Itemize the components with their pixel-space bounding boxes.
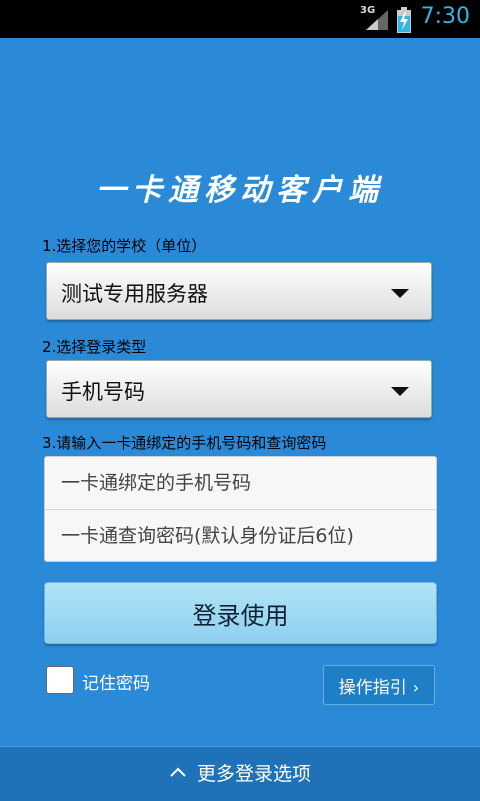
guide-button-label: 操作指引 [338,677,407,698]
guide-button[interactable]: 操作指引 › [323,665,435,705]
school-label: 1.选择您的学校（单位） [42,237,207,255]
phone-number-input[interactable] [45,457,436,509]
login-button[interactable]: 登录使用 [44,582,437,644]
school-select[interactable]: 测试专用服务器 [46,262,432,320]
app-title: 一卡通移动客户端 [96,173,384,208]
remember-password-label: 记住密码 [82,674,150,694]
password-input[interactable] [45,510,436,562]
remember-password-checkbox[interactable] [46,666,74,694]
chevron-right-icon: › [412,677,420,697]
clock: 7:30 [420,4,470,29]
signal-icon [366,10,388,30]
credentials-label: 3.请输入一卡通绑定的手机号码和查询密码 [42,434,327,452]
status-bar: 3G 7:30 [0,0,480,38]
battery-charging-icon [397,7,411,33]
more-login-options-bar[interactable]: 更多登录选项 [0,746,480,801]
dropdown-arrow-icon [391,387,409,396]
login-type-select[interactable]: 手机号码 [46,360,432,418]
dropdown-arrow-icon [391,289,409,298]
login-type-selected-value: 手机号码 [61,380,145,404]
credentials-input-group [44,456,437,562]
school-selected-value: 测试专用服务器 [61,282,208,306]
more-login-options-label: 更多登录选项 [196,763,311,785]
chevron-up-icon [170,767,186,777]
login-type-label: 2.选择登录类型 [42,338,147,356]
